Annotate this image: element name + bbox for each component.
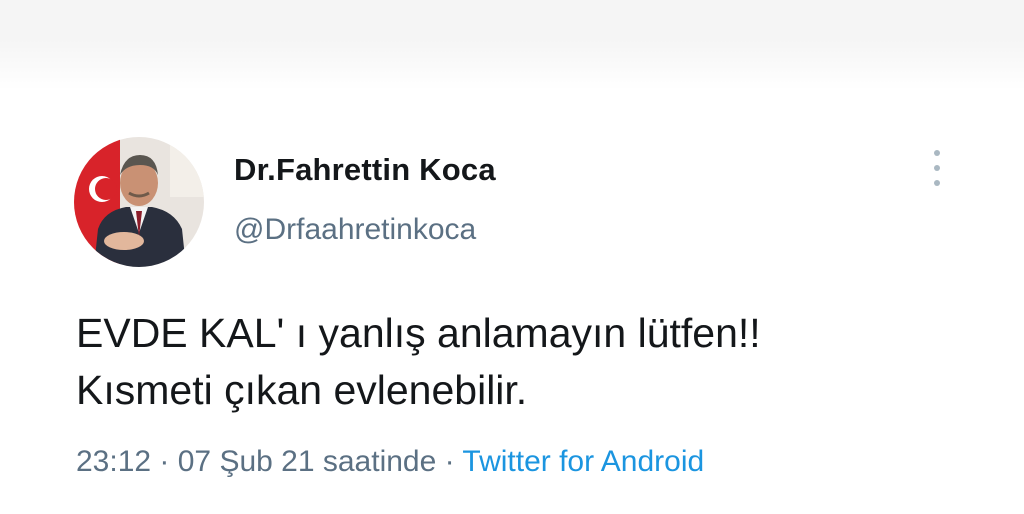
tweet-text-line: Kısmeti çıkan evlenebilir. [76, 367, 528, 413]
tweet-text: EVDE KAL' ı yanlış anlamayın lütfen!! Kı… [76, 305, 976, 419]
tweet-meta: 23:12 · 07 Şub 21 saatinde · Twitter for… [76, 445, 704, 479]
profile-photo-icon [74, 137, 204, 267]
tweet-card[interactable]: Dr.Fahrettin Koca @Drfaahretinkoca EVDE … [0, 100, 1024, 514]
avatar[interactable] [74, 137, 204, 267]
meta-separator: · [151, 445, 178, 478]
screenshot-frame: Dr.Fahrettin Koca @Drfaahretinkoca EVDE … [0, 0, 1024, 514]
tweet-time[interactable]: 23:12 [76, 445, 151, 478]
author-handle[interactable]: @Drfaahretinkoca [234, 213, 476, 247]
tweet-text-line: EVDE KAL' ı yanlış anlamayın lütfen!! [76, 310, 761, 356]
tweet-date[interactable]: 07 Şub 21 saatinde [178, 445, 437, 478]
author-display-name[interactable]: Dr.Fahrettin Koca [234, 152, 496, 188]
more-vertical-icon [934, 150, 940, 156]
more-vertical-icon-dot [934, 180, 940, 186]
meta-separator: · [436, 445, 463, 478]
more-vertical-icon-dot [934, 165, 940, 171]
tweet-source-link[interactable]: Twitter for Android [462, 445, 704, 478]
more-options-button[interactable] [922, 150, 952, 186]
